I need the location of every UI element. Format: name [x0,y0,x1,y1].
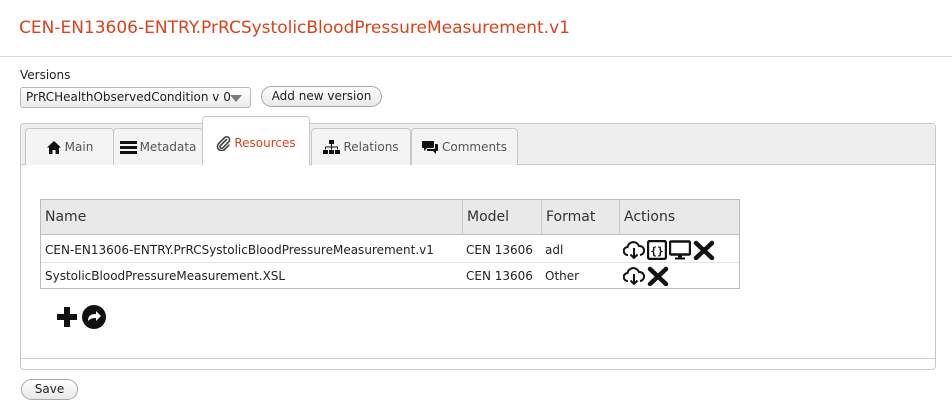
resource-actions [619,263,740,289]
table-row: CEN-EN13606-ENTRY.PrRCSystolicBloodPress… [41,237,739,263]
tab-main[interactable]: Main [25,128,114,165]
version-select[interactable]: PrRCHealthObservedCondition v 0 [20,87,251,108]
table-tools [55,304,107,330]
tab-relations[interactable]: Relations [311,128,411,165]
version-select-value: PrRCHealthObservedCondition v 0 [26,90,231,104]
add-version-button[interactable]: Add new version [261,86,382,107]
code-icon[interactable]: {} [647,240,667,260]
paperclip-icon [217,135,231,151]
resources-table: Name Model Format Actions CEN-EN13606-EN… [40,199,740,289]
tab-label: Relations [343,140,399,154]
resource-model: CEN 13606 [466,269,533,283]
column-header-format[interactable]: Format [541,200,619,235]
resource-format: adl [545,243,564,257]
comments-icon [421,140,438,154]
home-icon [46,140,61,154]
svg-text:{}: {} [650,245,663,258]
tab-label: Resources [234,136,296,150]
sitemap-icon [323,139,341,154]
resource-format: Other [545,269,580,283]
download-icon[interactable] [623,266,645,286]
resource-name: CEN-EN13606-ENTRY.PrRCSystolicBloodPress… [45,243,434,257]
tab-resources[interactable]: Resources [202,116,310,166]
download-icon[interactable] [623,240,645,260]
panel-divider [21,358,935,359]
share-icon[interactable] [81,304,107,330]
add-icon[interactable] [55,305,79,329]
table-header: Name Model Format Actions [41,200,739,235]
chevron-down-icon [230,95,242,102]
table-row: SystolicBloodPressureMeasurement.XSL CEN… [41,263,739,289]
tab-label: Metadata [139,140,197,154]
column-header-name[interactable]: Name [41,200,462,235]
list-icon [119,140,137,154]
column-header-actions: Actions [619,200,740,235]
resource-model: CEN 13606 [466,243,533,257]
display-icon[interactable] [669,240,691,260]
tab-metadata[interactable]: Metadata [113,128,203,165]
delete-icon[interactable] [647,266,669,286]
tab-comments[interactable]: Comments [411,128,518,165]
resource-actions: {} [619,237,740,263]
save-button[interactable]: Save [21,379,78,400]
resource-name: SystolicBloodPressureMeasurement.XSL [45,269,286,283]
versions-label: Versions [20,68,71,82]
page-title: CEN-EN13606-ENTRY.PrRCSystolicBloodPress… [19,18,570,38]
delete-icon[interactable] [693,240,715,260]
page-header: CEN-EN13606-ENTRY.PrRCSystolicBloodPress… [0,0,952,57]
tab-label: Comments [441,140,508,154]
column-header-model[interactable]: Model [462,200,541,235]
tab-bar: Main Metadata Resources Relations Commen… [21,116,935,166]
tab-label: Main [64,140,94,154]
